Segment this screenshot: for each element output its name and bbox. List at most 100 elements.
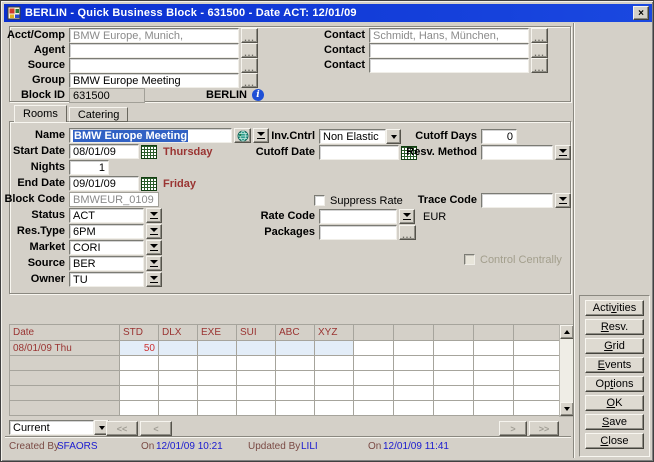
grid-cell[interactable] [474,371,514,386]
grid-cell[interactable] [198,386,237,401]
owner-lov-button[interactable] [146,272,162,287]
grid-cell[interactable] [394,371,434,386]
grid-cell[interactable] [276,371,315,386]
combo-arrow-icon[interactable] [386,129,401,144]
rate-code-field[interactable] [319,209,397,224]
grid-cell[interactable] [394,356,434,371]
block-source-lov-button[interactable] [146,256,162,271]
calendar-icon[interactable] [141,177,157,191]
cutoff-date-field[interactable] [319,145,399,160]
contact3-lookup-button[interactable]: ... [531,58,548,73]
packages-lookup-button[interactable]: ... [399,225,416,240]
grid-cell[interactable]: 50 [120,341,159,356]
grid-cell[interactable] [315,371,354,386]
suppress-rate-checkbox[interactable] [314,195,325,206]
grid-cell[interactable] [474,401,514,416]
grid-cell[interactable] [434,356,474,371]
scroll-up-button[interactable] [560,325,574,339]
status-field[interactable]: ACT [69,208,144,223]
grid-cell[interactable] [514,341,560,356]
grid-cell[interactable] [120,356,159,371]
grid-cell[interactable] [434,341,474,356]
grid-cell[interactable] [514,401,560,416]
close-button[interactable]: × [633,6,649,20]
grid-cell[interactable] [315,356,354,371]
end-date-field[interactable]: 09/01/09 [69,176,139,191]
grid-cell[interactable] [237,341,276,356]
trace-code-lov-button[interactable] [555,193,571,208]
save-button[interactable]: Save [585,414,644,430]
grid-cell[interactable] [434,371,474,386]
resv-method-field[interactable] [481,145,553,160]
resv-button[interactable]: Resv. [585,319,644,335]
grid-cell[interactable] [354,341,394,356]
ok-button[interactable]: OK [585,395,644,411]
source-lookup-button[interactable]: ... [241,58,258,73]
agent-field[interactable] [69,43,239,58]
rate-code-lov-button[interactable] [399,209,415,224]
grid-cell[interactable] [394,401,434,416]
info-icon[interactable]: i [252,89,264,101]
activities-button[interactable]: Activities [585,300,644,316]
grid-cell[interactable] [315,341,354,356]
nav-last-button[interactable]: >> [529,421,559,436]
grid-cell[interactable] [120,386,159,401]
events-button[interactable]: Events [585,357,644,373]
resv-method-lov-button[interactable] [555,145,571,160]
close-button[interactable]: Close [585,433,644,449]
start-date-field[interactable]: 08/01/09 [69,144,139,159]
block-source-field[interactable]: BER [69,256,144,271]
grid-cell[interactable] [159,371,198,386]
res-type-field[interactable]: 6PM [69,224,144,239]
grid-cell[interactable] [276,341,315,356]
market-lov-button[interactable] [146,240,162,255]
grid-cell[interactable] [237,386,276,401]
grid-cell[interactable] [434,401,474,416]
grid-cell[interactable] [474,356,514,371]
grid-cell[interactable] [159,356,198,371]
grid-cell[interactable] [514,386,560,401]
contact1-field[interactable]: Schmidt, Hans, München, [369,28,529,43]
owner-field[interactable]: TU [69,272,144,287]
name-lov-button[interactable] [253,128,269,143]
grid-cell[interactable] [354,401,394,416]
grid-cell[interactable] [514,371,560,386]
grid-cell[interactable] [237,371,276,386]
grid-cell[interactable] [354,356,394,371]
options-button[interactable]: Options [585,376,644,392]
grid-cell[interactable] [159,401,198,416]
grid-cell[interactable] [315,386,354,401]
grid-cell[interactable] [394,386,434,401]
agent-lookup-button[interactable]: ... [241,43,258,58]
calendar-icon[interactable] [141,145,157,159]
nav-prev-button[interactable]: < [140,421,172,436]
grid-cell[interactable] [120,401,159,416]
grid-cell[interactable] [237,401,276,416]
grid-cell[interactable] [276,401,315,416]
contact3-field[interactable] [369,58,529,73]
name-field[interactable]: BMW Europe Meeting [69,128,232,143]
grid-cell[interactable] [394,341,434,356]
tab-rooms[interactable]: Rooms [14,105,67,122]
scroll-down-button[interactable] [560,402,574,416]
translate-globe-button[interactable] [234,128,251,143]
grid-cell[interactable] [514,356,560,371]
contact2-lookup-button[interactable]: ... [531,43,548,58]
inv-cntrl-combobox[interactable]: Non Elastic [319,129,401,144]
packages-field[interactable] [319,225,397,240]
status-lov-button[interactable] [146,208,162,223]
grid-cell[interactable] [159,341,198,356]
grid-cell[interactable] [276,386,315,401]
acct-comp-lookup-button[interactable]: ... [241,28,258,43]
grid-cell[interactable] [354,386,394,401]
grid-cell[interactable] [474,341,514,356]
grid-button[interactable]: Grid [585,338,644,354]
source-field[interactable] [69,58,239,73]
grid-cell[interactable] [434,386,474,401]
grid-cell[interactable] [159,386,198,401]
market-field[interactable]: CORI [69,240,144,255]
nav-next-button[interactable]: > [499,421,527,436]
grid-cell[interactable] [198,341,237,356]
grid-cell[interactable] [198,401,237,416]
trace-code-field[interactable] [481,193,553,208]
